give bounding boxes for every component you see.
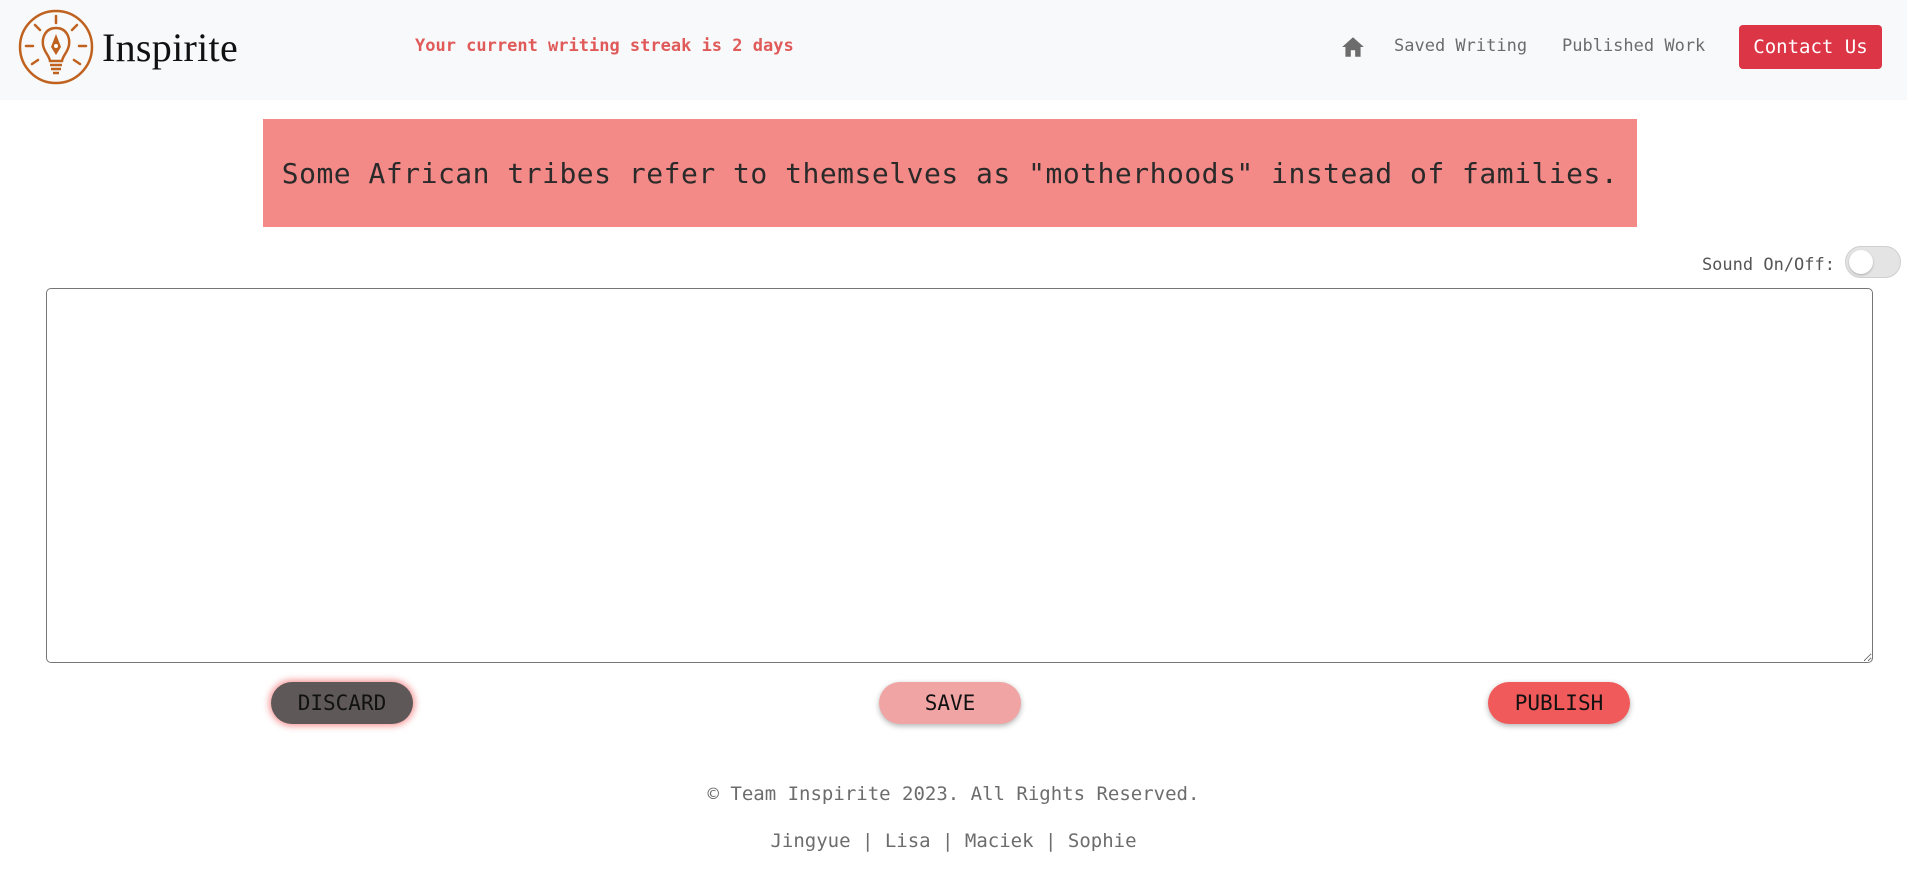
footer-team-names: Jingyue | Lisa | Maciek | Sophie	[770, 830, 1137, 852]
sound-toggle[interactable]	[1845, 246, 1901, 278]
contact-us-button[interactable]: Contact Us	[1739, 25, 1882, 69]
nav-published-work[interactable]: Published Work	[1562, 36, 1705, 56]
writing-prompt-text: Some African tribes refer to themselves …	[281, 156, 1619, 190]
navbar: Inspirite Your current writing streak is…	[0, 0, 1907, 100]
lightbulb-pen-logo-icon	[18, 9, 94, 85]
writing-editor[interactable]	[46, 288, 1873, 663]
save-button[interactable]: SAVE	[879, 682, 1021, 724]
sound-control: Sound On/Off:	[1702, 246, 1901, 278]
home-icon[interactable]	[1340, 34, 1366, 60]
publish-button[interactable]: PUBLISH	[1488, 682, 1630, 724]
brand[interactable]: Inspirite	[18, 8, 238, 86]
sound-label: Sound On/Off:	[1701, 255, 1835, 275]
toggle-knob	[1849, 250, 1873, 274]
nav-saved-writing[interactable]: Saved Writing	[1394, 36, 1527, 56]
footer-copyright: © Team Inspirite 2023. All Rights Reserv…	[707, 783, 1200, 805]
writing-prompt-banner: Some African tribes refer to themselves …	[263, 119, 1637, 227]
brand-name: Inspirite	[102, 24, 239, 70]
writing-streak: Your current writing streak is 2 days	[415, 36, 794, 56]
discard-button[interactable]: DISCARD	[271, 682, 413, 724]
